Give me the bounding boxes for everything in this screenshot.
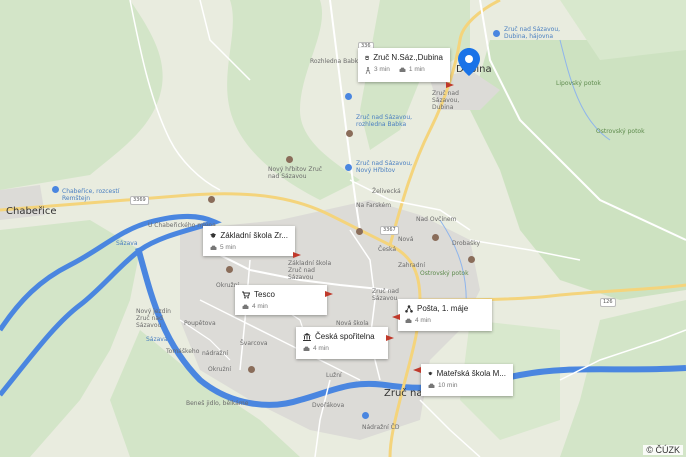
bus-stop-icon[interactable]: [345, 93, 352, 100]
bank-icon: [303, 332, 311, 341]
river-label: Sázava: [116, 240, 138, 247]
road-number-badge: 3369: [130, 196, 149, 205]
cemetery-icon[interactable]: [286, 156, 293, 163]
street-label: Lužní: [326, 372, 342, 379]
post-icon: [405, 304, 413, 313]
walk-time: 3 min: [374, 66, 390, 73]
street-label: Nad Ovčínem: [416, 216, 457, 223]
car-icon: [210, 245, 217, 250]
poi-card-title: Základní škola Zr...: [220, 231, 288, 240]
bus-stop-icon[interactable]: [493, 30, 500, 37]
poi-card[interactable]: Pošta, 1. máje 4 min: [398, 299, 492, 331]
drive-time: 1 min: [408, 66, 425, 73]
street-label: Česká: [378, 246, 397, 253]
bus-icon: [365, 55, 369, 60]
place-label: Nový jezdín Zruč nad Sázavou: [136, 308, 171, 329]
street-label: Želivecká: [372, 188, 401, 195]
street-label: Nová: [398, 236, 414, 243]
bus-stop-icon[interactable]: [52, 186, 59, 193]
place-label: Nová škola: [336, 320, 369, 327]
map-base: [0, 0, 686, 457]
landmark-icon[interactable]: [208, 196, 215, 203]
poi-card-title: Tesco: [254, 290, 275, 299]
school-icon: [428, 371, 433, 376]
poi-card[interactable]: Základní škola Zr... 5 min: [203, 226, 295, 256]
school-icon: [210, 233, 217, 238]
poi-pointer-icon: [386, 335, 394, 341]
poi-card-title: Pošta, 1. máje: [417, 304, 469, 313]
river-label: Sázava: [146, 336, 168, 343]
bus-stop-icon[interactable]: [345, 164, 352, 171]
car-icon: [242, 304, 249, 309]
stream-label: Lipovský potok: [556, 80, 601, 87]
road-number-badge: 126: [600, 298, 616, 307]
landmark-icon[interactable]: [346, 130, 353, 137]
car-icon: [303, 346, 310, 351]
walk-icon: [365, 66, 371, 74]
poi-card[interactable]: Česká spořitelna 4 min: [296, 327, 388, 359]
stream-label: Ostrovský potok: [420, 270, 469, 277]
poi-pointer-icon: [413, 367, 421, 373]
poi-pointer-icon: [392, 314, 400, 320]
poi-card-title: Zruč N.Sáz.,Dubina: [373, 53, 443, 62]
location-pin-icon[interactable]: [458, 48, 480, 76]
street-label: Švarcova: [240, 340, 268, 347]
poi-card[interactable]: Mateřská škola M... 10 min: [421, 364, 513, 396]
street-label: nádražní: [202, 350, 229, 357]
stop-label: Zruč nad Sázavou, rozhledna Babka: [356, 114, 413, 128]
street-label: Tomáškeho: [166, 348, 200, 355]
train-station-icon[interactable]: [362, 412, 369, 419]
place-label: Beneš jidlo, bělkáme: [186, 400, 249, 407]
landmark-icon[interactable]: [226, 266, 233, 273]
place-label: Základní škola Zruč nad Sázavou: [288, 260, 332, 281]
landmark-icon[interactable]: [248, 366, 255, 373]
stop-label: Zruč nad Sázavou, Nový Hřbitov: [356, 160, 413, 174]
street-label: Zahradní: [398, 262, 426, 269]
place-label: Rozhledna Babka: [310, 58, 362, 65]
drive-time: 10 min: [438, 382, 458, 389]
street-label: Dvořákova: [312, 402, 345, 409]
poi-pointer-icon: [293, 252, 301, 258]
poi-pointer-icon: [325, 291, 333, 297]
town-label: Chabeřice: [6, 206, 57, 217]
street-label: Poupětova: [184, 320, 216, 327]
poi-pointer-icon: [446, 82, 454, 88]
stop-label: Zruč nad Sázavou, Dubina, hájovna: [504, 26, 561, 40]
place-label: Zruč nad Sázavou, Dubina: [432, 90, 460, 111]
place-label: Nádražní ČD: [362, 424, 400, 431]
poi-card-title: Mateřská škola M...: [436, 369, 506, 378]
cart-icon: [242, 291, 250, 298]
place-label: Nový hřbitov Zruč nad Sázavou: [268, 166, 323, 180]
landmark-icon[interactable]: [468, 256, 475, 263]
drive-time: 4 min: [415, 317, 431, 324]
stream-label: Ostrovský potok: [596, 128, 645, 135]
car-icon: [428, 383, 435, 388]
drive-time: 4 min: [252, 303, 268, 310]
poi-card[interactable]: Tesco 4 min: [235, 285, 327, 315]
drive-time: 5 min: [220, 244, 236, 251]
stop-label: Chabeřice, rozcestí Remštejn: [62, 188, 120, 202]
landmark-icon[interactable]: [432, 234, 439, 241]
car-icon: [405, 318, 412, 323]
map-view[interactable]: Chabeřice Dubina Zruč nad... Rozhledna B…: [0, 0, 686, 457]
street-label: Okrużní: [208, 366, 232, 373]
copyright-notice[interactable]: © ČÚZK: [643, 445, 683, 455]
church-icon[interactable]: [356, 228, 363, 235]
road-number-badge: 3367: [380, 226, 399, 235]
poi-card[interactable]: Zruč N.Sáz.,Dubina 3 min 1 min: [358, 48, 450, 82]
car-icon: [399, 67, 406, 72]
poi-card-title: Česká spořitelna: [315, 332, 375, 341]
street-label: Drobašky: [452, 240, 481, 247]
drive-time: 4 min: [313, 345, 329, 352]
street-label: Na Farském: [356, 202, 392, 209]
